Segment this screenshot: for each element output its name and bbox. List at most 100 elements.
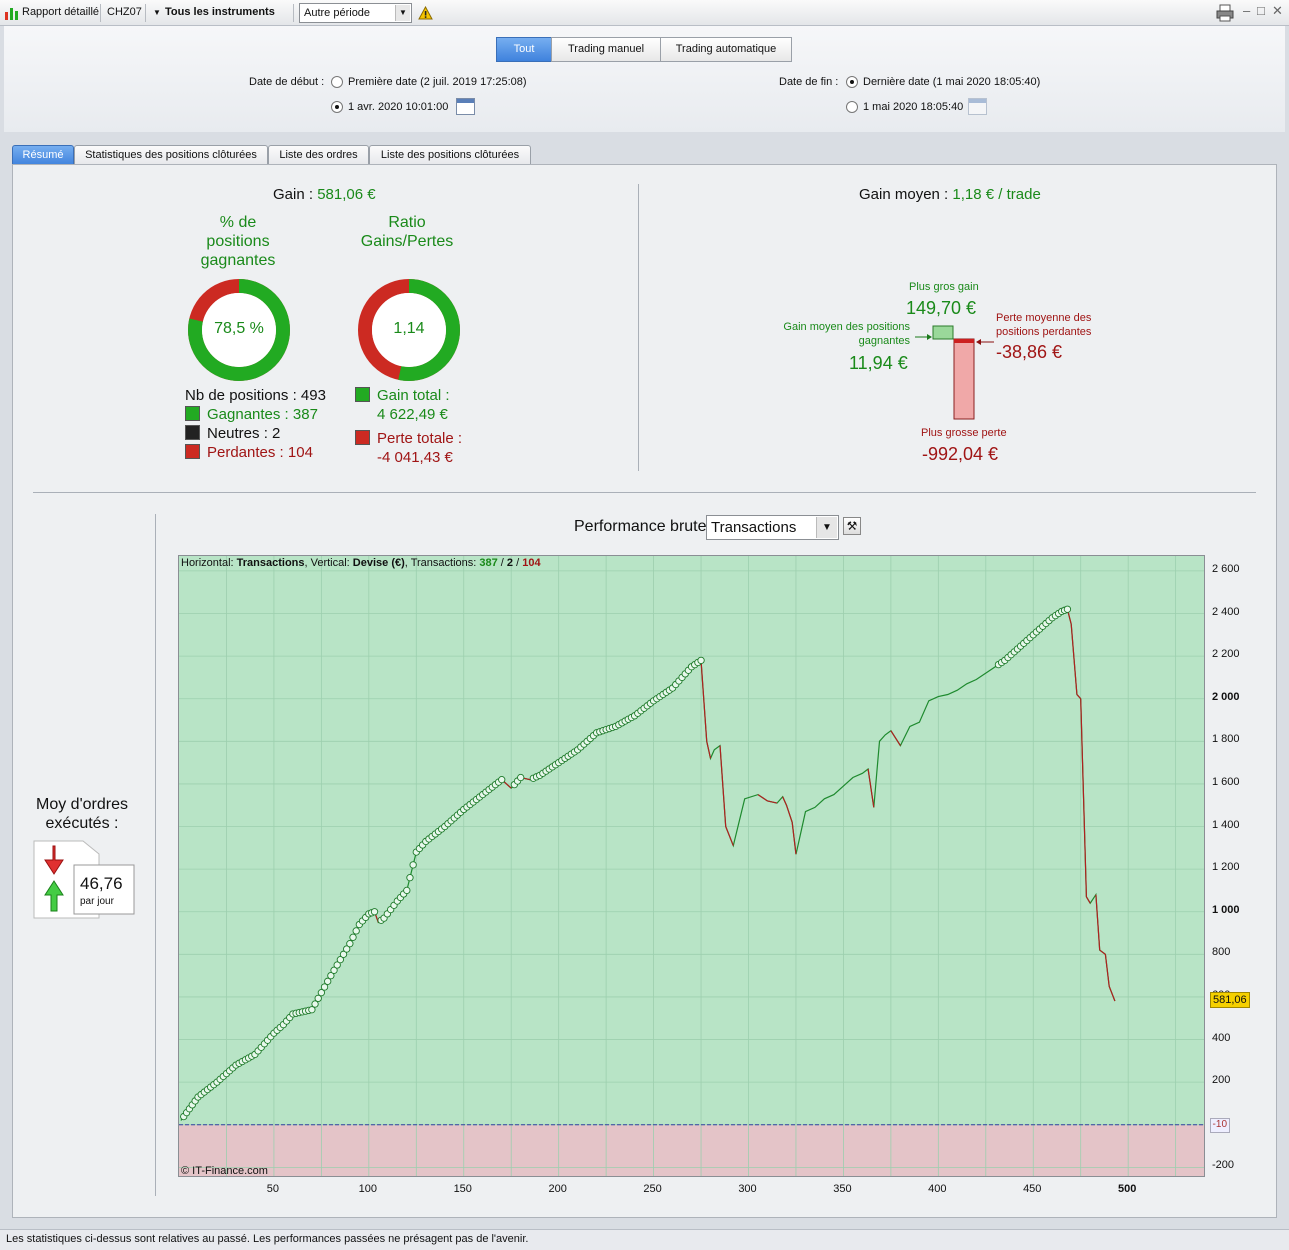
perte-totale-value: -4 041,43 € <box>377 449 453 466</box>
wrench-icon[interactable]: ⚒ <box>843 517 861 535</box>
x-tick-label: 400 <box>928 1183 947 1195</box>
period-select-value: Autre période <box>304 7 371 19</box>
y-tick-label: 200 <box>1212 1074 1231 1087</box>
gain-moyen-gagnantes-label: Gain moyen des positions gagnantes <box>783 321 910 347</box>
status-bar: Les statistiques ci-dessus sont relative… <box>0 1229 1289 1250</box>
chevron-down-icon[interactable]: ▼ <box>395 5 410 21</box>
x-tick-label: 200 <box>548 1183 567 1195</box>
gain-moyen-value: 1,18 € / trade <box>952 186 1041 203</box>
close-button[interactable]: ✕ <box>1272 3 1283 19</box>
plus-gros-gain-label: Plus gros gain <box>909 281 979 293</box>
start-custom-label: 1 avr. 2020 10:01:00 <box>348 101 449 113</box>
win-marker <box>346 940 354 948</box>
win-pct-title: % de positions gagnantes <box>200 214 276 269</box>
tab-trading-manuel[interactable]: Trading manuel <box>551 37 661 62</box>
tab-liste-positions[interactable]: Liste des positions clôturées <box>369 145 531 165</box>
perte-totale-label: Perte totale : <box>377 430 463 447</box>
win-pct-value: 78,5 % <box>214 320 264 337</box>
negative-zone <box>179 1124 1204 1176</box>
chevron-down-icon[interactable]: ▼ <box>816 517 837 538</box>
y-tick-label: 2 400 <box>1212 605 1240 618</box>
y-tick-label: 400 <box>1212 1031 1231 1044</box>
calendar-icon[interactable] <box>456 98 475 115</box>
end-last-label: Dernière date (1 mai 2020 18:05:40) <box>863 76 1041 88</box>
gain-moyen: Gain moyen : 1,18 € / trade <box>859 186 1041 203</box>
copyright: © IT-Finance.com <box>181 1165 268 1177</box>
x-tick-label: 250 <box>643 1183 662 1195</box>
gain-label: Gain : <box>273 186 314 203</box>
win-marker <box>517 773 525 782</box>
legend-gagnantes-swatch <box>185 406 200 421</box>
gain-value: 581,06 € <box>317 186 376 203</box>
plus-gros-gain-value: 149,70 € <box>906 298 977 318</box>
orders-title: Moy d'ordres exécutés : <box>36 796 128 832</box>
last-value-badge: 581,06 <box>1210 991 1250 1008</box>
neutres-count: Neutres : 2 <box>207 425 281 442</box>
y-tick-label: 800 <box>1212 946 1231 959</box>
instruments-selector[interactable]: Tous les instruments <box>165 6 275 18</box>
y-tick-label: 1 800 <box>1212 733 1240 746</box>
gain-moyen-gagnantes-value: 11,94 € <box>849 353 908 373</box>
ratio-title: Ratio Gains/Pertes <box>360 214 454 250</box>
minimize-button[interactable]: – <box>1243 3 1250 18</box>
plus-grosse-perte-value: -992,04 € <box>922 444 999 464</box>
tab-liste-ordres[interactable]: Liste des ordres <box>268 145 369 165</box>
tab-tout[interactable]: Tout <box>496 37 552 62</box>
start-date-label: Date de début : <box>249 76 325 88</box>
x-tick-label: 300 <box>738 1183 757 1195</box>
y-tick-label: 2 600 <box>1212 562 1240 575</box>
x-tick-label: 350 <box>833 1183 852 1195</box>
end-custom-radio[interactable] <box>846 101 858 113</box>
start-first-radio[interactable] <box>331 76 343 88</box>
end-date-label: Date de fin : <box>779 76 839 88</box>
period-select[interactable]: Autre période ▼ <box>299 3 412 23</box>
warning-icon[interactable] <box>418 6 433 20</box>
y-tick-label: 2 200 <box>1212 648 1240 661</box>
zero-badge: -10 <box>1210 1117 1230 1133</box>
tab-resume[interactable]: Résumé <box>12 145 74 165</box>
chart-area[interactable]: Horizontal: Transactions, Vertical: Devi… <box>178 555 1205 1177</box>
divider <box>33 492 1256 493</box>
chart-mode-value: Transactions <box>711 519 797 536</box>
y-tick-label: -200 <box>1212 1159 1235 1172</box>
legend-perdantes-swatch <box>185 444 200 459</box>
chart-info: Horizontal: Transactions, Vertical: Devi… <box>181 557 541 569</box>
gain-loss-bars <box>915 325 994 420</box>
symbol-label[interactable]: CHZ07 <box>107 6 142 18</box>
toolbar: Rapport détaillé CHZ07 ▼ Tous les instru… <box>0 0 1289 26</box>
ratio-value: 1,14 <box>393 320 425 337</box>
chart-mode-select[interactable]: Transactions ▼ <box>706 515 839 540</box>
max-loss-bar <box>953 338 975 420</box>
end-last-radio[interactable] <box>846 76 858 88</box>
calendar-icon <box>968 98 987 115</box>
y-tick-label: 2 000 <box>1212 690 1240 703</box>
tab-statistiques[interactable]: Statistiques des positions clôturées <box>74 145 268 165</box>
x-tick-label: 150 <box>453 1183 472 1195</box>
maximize-button[interactable]: □ <box>1257 3 1265 18</box>
performance-chart <box>179 556 1204 1176</box>
legend-perte-totale-swatch <box>355 430 370 445</box>
x-tick-label: 100 <box>358 1183 377 1195</box>
chart-title: Performance brute <box>574 518 707 535</box>
gain-total-label: Gain total : <box>377 387 450 404</box>
win-marker <box>349 933 357 941</box>
y-tick-label: 1 000 <box>1212 903 1240 916</box>
gain-moyen-label: Gain moyen : <box>859 186 949 203</box>
win-marker <box>352 927 360 935</box>
tab-trading-automatique[interactable]: Trading automatique <box>660 37 792 62</box>
start-custom-radio[interactable] <box>331 101 343 113</box>
report-icon <box>5 8 18 20</box>
chevron-down-icon[interactable]: ▼ <box>153 8 161 17</box>
perte-moyenne-value: -38,86 € <box>996 342 1063 362</box>
win-marker <box>406 874 414 882</box>
win-marker <box>403 886 411 895</box>
win-marker <box>370 908 379 916</box>
nb-positions: Nb de positions : 493 <box>185 387 326 404</box>
start-first-label: Première date (2 juil. 2019 17:25:08) <box>348 76 527 88</box>
orders-value: 46,76 <box>80 874 123 893</box>
win-marker <box>498 776 506 784</box>
print-icon[interactable] <box>1215 4 1235 22</box>
status-text: Les statistiques ci-dessus sont relative… <box>6 1233 529 1245</box>
plus-grosse-perte-label: Plus grosse perte <box>921 427 1007 439</box>
gain-summary: Gain : 581,06 € <box>273 186 376 203</box>
